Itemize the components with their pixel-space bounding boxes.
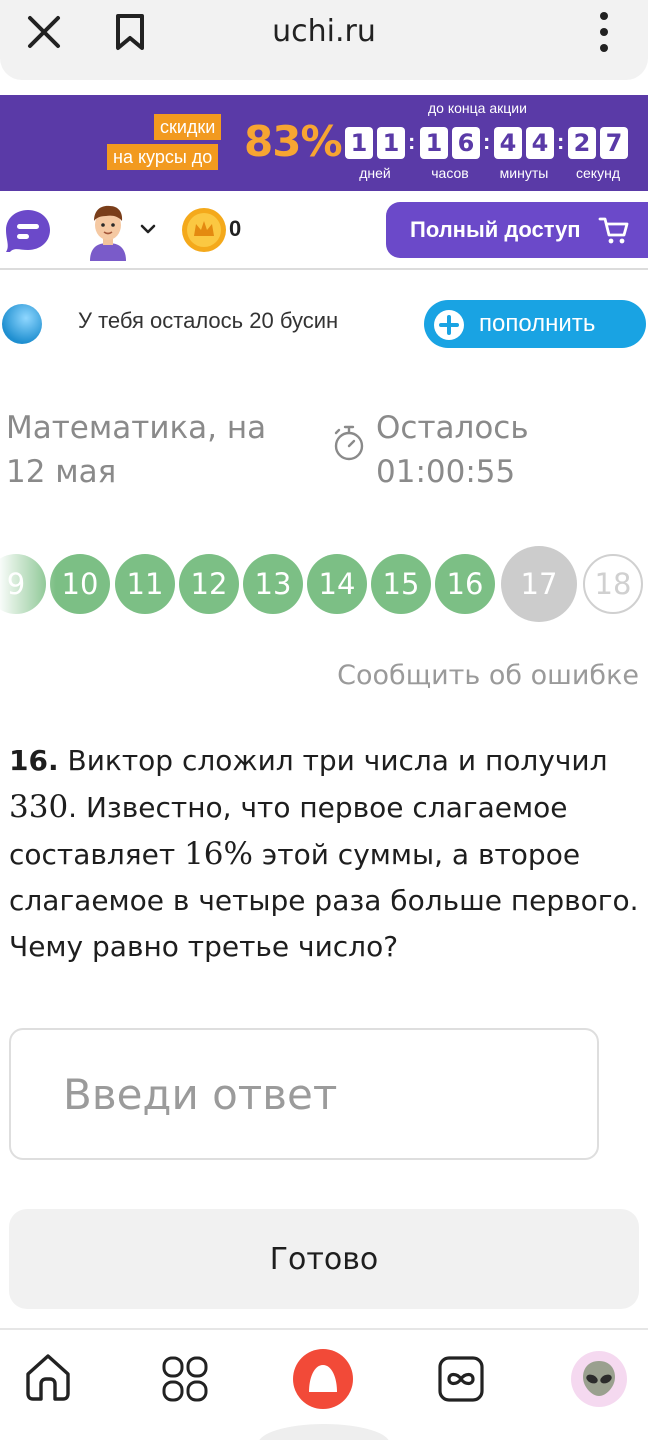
alien-avatar-icon[interactable] <box>570 1350 628 1408</box>
chat-icon[interactable] <box>4 208 52 254</box>
header-divider <box>0 268 648 270</box>
question-nav-item-current[interactable]: 17 <box>501 546 577 622</box>
countdown-digit: 1 <box>345 127 373 159</box>
bead-icon <box>2 304 42 344</box>
countdown-separator: : <box>408 129 416 154</box>
countdown-digit: 1 <box>377 127 405 159</box>
submit-label: Готово <box>269 1241 379 1277</box>
url-text[interactable]: uchi.ru <box>0 14 648 49</box>
countdown-digit: 4 <box>494 127 522 159</box>
promo-banner[interactable]: скидки на курсы до 83% до конца акции 1 … <box>0 95 648 191</box>
coin-count: 0 <box>229 216 242 241</box>
countdown-digit: 7 <box>600 127 628 159</box>
countdown-seconds: 2 7 <box>568 127 628 159</box>
countdown-digit: 4 <box>526 127 554 159</box>
cart-icon <box>598 217 629 244</box>
countdown-separator: : <box>483 129 491 154</box>
question-number: 16. <box>9 744 59 777</box>
countdown-digit: 1 <box>420 127 448 159</box>
question-nav-item[interactable]: 14 <box>307 554 367 614</box>
countdown-digit: 6 <box>452 127 480 159</box>
question-nav-item[interactable]: 18 <box>583 554 643 614</box>
stopwatch-icon <box>334 425 364 461</box>
avatar[interactable] <box>84 203 132 261</box>
beads-balance-text: У тебя осталось 20 бусин <box>78 308 339 333</box>
question-nav-item[interactable]: 12 <box>179 554 239 614</box>
question-navigation: 9 10 11 12 13 14 15 16 17 18 <box>0 546 648 622</box>
infinity-icon[interactable] <box>438 1356 484 1402</box>
test-subject: Математика, на 12 мая <box>6 410 267 490</box>
countdown-unit-hours: часов <box>431 165 469 181</box>
answer-input[interactable] <box>9 1028 599 1160</box>
report-error-link[interactable]: Сообщить об ошибке <box>337 660 639 691</box>
time-remaining: Осталось 01:00:55 <box>376 410 529 490</box>
countdown-days: 1 1 <box>345 127 405 159</box>
question-part: Виктор сложил три числа и получил <box>67 744 608 777</box>
topup-label: пополнить <box>479 310 596 337</box>
more-menu-icon[interactable] <box>590 10 618 54</box>
question-nav-item[interactable]: 16 <box>435 554 495 614</box>
browser-toolbar: uchi.ru <box>0 0 648 80</box>
home-icon[interactable] <box>24 1352 72 1402</box>
promo-percent: 83% <box>244 117 343 166</box>
coin-icon <box>182 208 226 252</box>
countdown-separator: : <box>557 129 565 154</box>
countdown-unit-minutes: минуты <box>499 165 549 181</box>
promo-tag-courses: на курсы до <box>107 144 219 170</box>
countdown-unit-seconds: секунд <box>576 165 620 181</box>
question-math: 330 <box>9 789 69 825</box>
chevron-down-icon[interactable] <box>139 222 157 236</box>
question-nav-item[interactable]: 15 <box>371 554 431 614</box>
full-access-label: Полный доступ <box>410 217 581 242</box>
countdown-unit-days: дней <box>359 165 391 181</box>
promo-until-label: до конца акции <box>428 100 527 116</box>
question-text: 16. Виктор сложил три числа и получил 33… <box>9 738 645 970</box>
question-math: 16% <box>184 836 253 872</box>
countdown-minutes: 4 4 <box>494 127 554 159</box>
submit-button[interactable]: Готово <box>9 1209 639 1309</box>
alice-assistant-icon[interactable] <box>292 1348 354 1410</box>
promo-tag-discounts: скидки <box>154 114 222 140</box>
countdown-hours: 1 6 <box>420 127 480 159</box>
services-grid-icon[interactable] <box>162 1356 208 1402</box>
question-nav-item[interactable]: 11 <box>115 554 175 614</box>
scroll-fade <box>0 546 56 622</box>
question-nav-item[interactable]: 10 <box>50 554 110 614</box>
countdown-digit: 2 <box>568 127 596 159</box>
plus-icon <box>434 310 464 340</box>
question-nav-item[interactable]: 13 <box>243 554 303 614</box>
